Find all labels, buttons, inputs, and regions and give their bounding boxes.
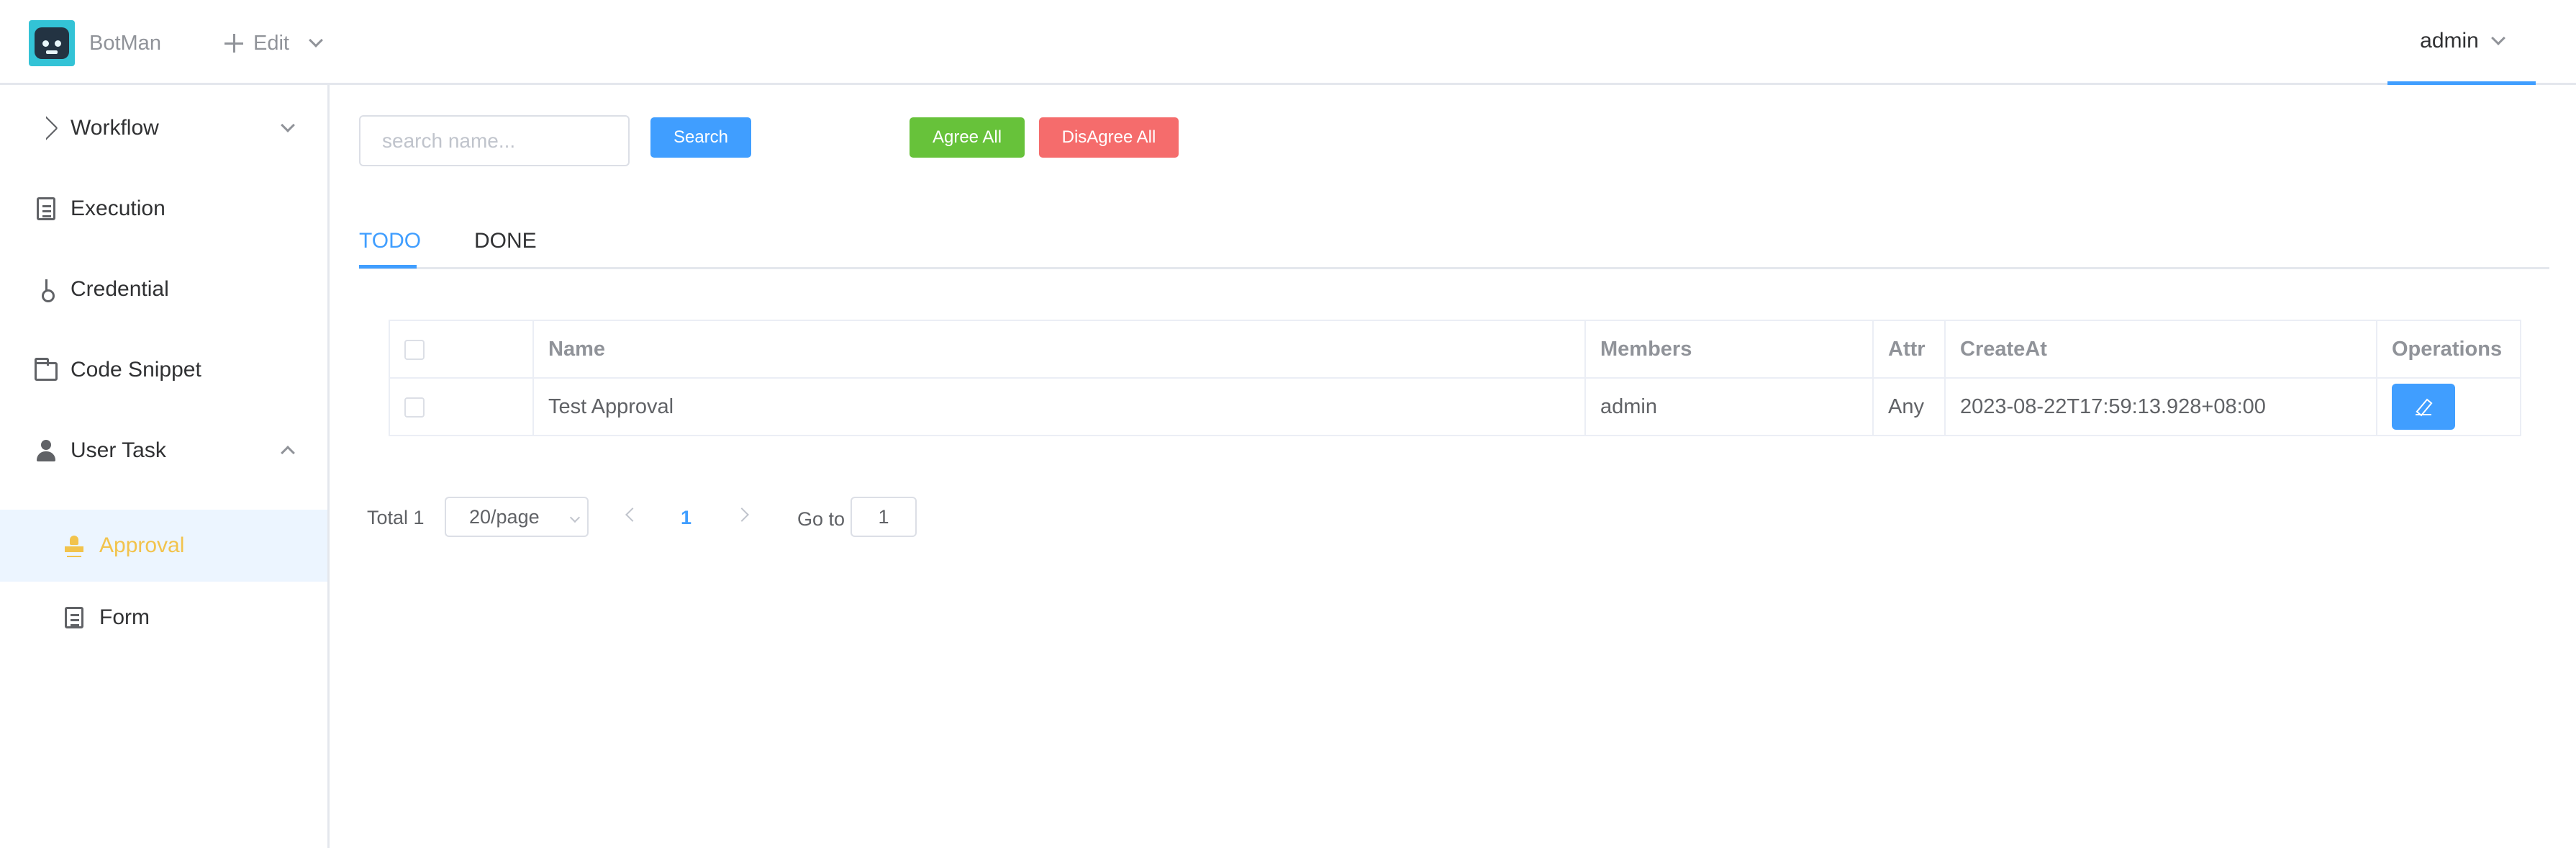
pagination-total: Total 1 <box>367 507 425 528</box>
active-tab-indicator <box>359 265 417 269</box>
page-size-select[interactable]: 20/page <box>445 497 589 537</box>
user-icon <box>35 439 58 462</box>
column-header-operations: Operations <box>2376 320 2521 379</box>
edit-button[interactable] <box>2392 384 2455 430</box>
select-all-cell <box>389 320 534 379</box>
tab-todo[interactable]: TODO <box>359 229 421 253</box>
table-row: Test Approval admin Any 2023-08-22T17:59… <box>389 377 2521 436</box>
column-header-attr: Attr <box>1872 320 1946 379</box>
sidebar-item-form[interactable]: Form <box>0 582 327 654</box>
tab-done[interactable]: DONE <box>474 229 537 253</box>
top-header: BotMan Edit admin <box>0 0 2576 85</box>
sidebar-item-credential[interactable]: Credential <box>0 253 327 325</box>
agree-all-button[interactable]: Agree All <box>910 117 1025 158</box>
cell-members: admin <box>1584 377 1874 436</box>
sidebar-item-workflow[interactable]: Workflow <box>0 92 327 164</box>
sidebar-item-label: Workflow <box>71 116 159 140</box>
robot-eye-icon <box>55 40 61 47</box>
page-size-value: 20/page <box>469 505 540 528</box>
column-header-createat: CreateAt <box>1944 320 2377 379</box>
user-menu[interactable]: admin <box>2387 0 2536 85</box>
sidebar-item-label: Form <box>99 605 150 629</box>
cell-name: Test Approval <box>532 377 1586 436</box>
search-button[interactable]: Search <box>650 117 751 158</box>
stamp-icon <box>63 535 85 556</box>
edit-menu-label: Edit <box>253 31 289 55</box>
disagree-all-button[interactable]: DisAgree All <box>1039 117 1179 158</box>
sidebar-item-label: Credential <box>71 277 169 301</box>
table-header-row: Name Members Attr CreateAt Operations <box>389 320 2521 379</box>
sidebar-item-execution[interactable]: Execution <box>0 173 327 245</box>
robot-mouth-icon <box>46 50 58 54</box>
chevron-up-icon <box>281 446 295 460</box>
edit-menu[interactable]: Edit <box>223 27 323 59</box>
edit-icon <box>2416 399 2431 415</box>
chevron-down-icon <box>281 118 295 132</box>
column-header-name: Name <box>532 320 1586 379</box>
cell-attr: Any <box>1872 377 1946 436</box>
sidebar-item-label: Code Snippet <box>71 358 201 382</box>
goto-label: Go to <box>797 508 845 530</box>
folder-icon <box>35 358 58 381</box>
document-icon <box>37 197 55 220</box>
sidebar-item-label: User Task <box>71 438 166 462</box>
cell-createat: 2023-08-22T17:59:13.928+08:00 <box>1944 377 2377 436</box>
send-icon <box>34 116 58 140</box>
goto-page-input[interactable] <box>851 497 917 537</box>
botman-logo[interactable] <box>29 20 75 66</box>
plus-icon <box>223 32 245 54</box>
sidebar-item-code-snippet[interactable]: Code Snippet <box>0 334 327 406</box>
row-checkbox[interactable] <box>404 397 425 418</box>
chevron-down-icon <box>2490 30 2505 45</box>
search-input[interactable] <box>359 115 630 166</box>
column-header-members: Members <box>1584 320 1874 379</box>
sidebar-item-user-task[interactable]: User Task <box>0 415 327 487</box>
sidebar-item-label: Approval <box>99 533 185 557</box>
row-select-cell <box>389 377 534 436</box>
user-name: admin <box>2420 28 2479 53</box>
approval-table: Name Members Attr CreateAt Operations Te… <box>389 320 2521 436</box>
next-page-button[interactable] <box>735 508 749 522</box>
robot-face-icon <box>35 27 69 59</box>
page-number[interactable]: 1 <box>681 507 691 529</box>
prev-page-button[interactable] <box>625 508 640 522</box>
task-tabs: TODO DONE <box>359 216 2549 269</box>
chevron-down-icon <box>309 33 323 48</box>
sidebar: Workflow Execution Credential Code Snipp… <box>0 85 330 848</box>
chevron-down-icon <box>569 512 581 523</box>
robot-eye-icon <box>42 40 49 47</box>
sidebar-item-approval[interactable]: Approval <box>0 510 327 582</box>
cell-operations <box>2376 377 2521 436</box>
select-all-checkbox[interactable] <box>404 339 425 360</box>
sidebar-item-label: Execution <box>71 197 165 220</box>
brand-name: BotMan <box>89 32 161 55</box>
form-icon <box>65 607 83 628</box>
key-icon <box>35 278 58 302</box>
